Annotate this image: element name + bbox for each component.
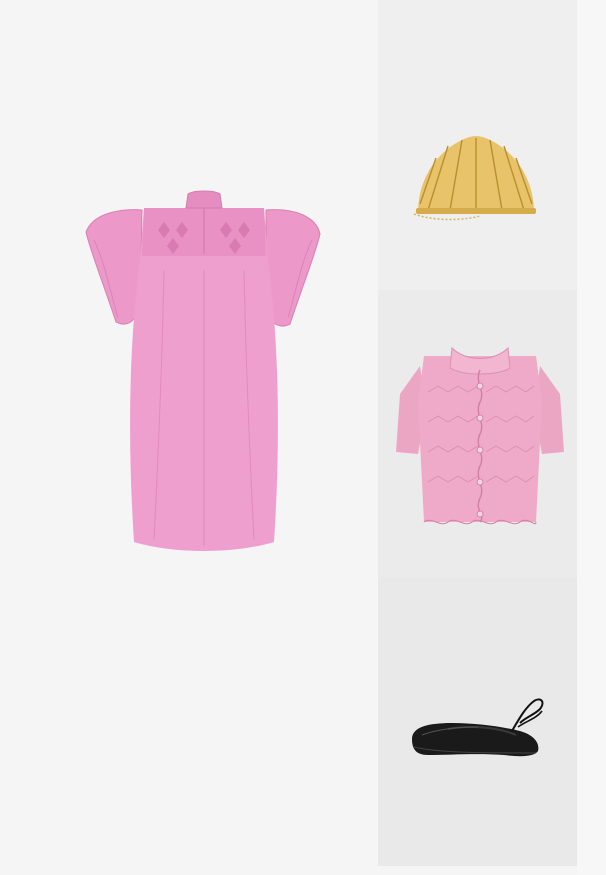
outfit-collage — [0, 0, 606, 875]
side-product-tile-cardigan[interactable] — [378, 290, 577, 577]
shoe-image — [412, 698, 544, 757]
side-product-tile-clutch[interactable] — [378, 0, 577, 290]
side-product-tile-shoe[interactable] — [378, 577, 577, 866]
main-product-tile[interactable] — [0, 0, 378, 875]
cardigan-image — [396, 346, 564, 525]
bottom-margin — [378, 866, 577, 875]
right-margin — [577, 0, 606, 875]
clutch-image — [413, 136, 536, 221]
dress-image — [85, 190, 321, 551]
